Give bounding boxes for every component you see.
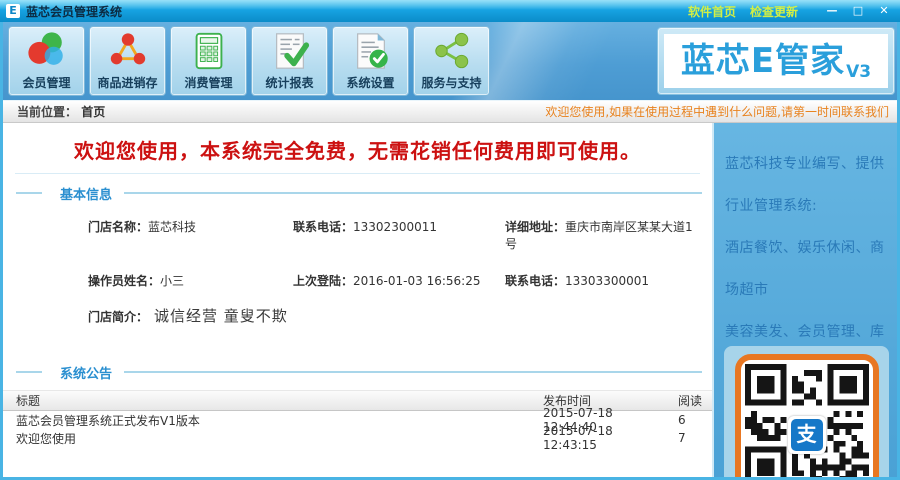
toolbar: 会员管理 商品进销存 消费管理 统计报表 系统设置 服务与支持 蓝芯E管家 V3 <box>3 22 897 101</box>
menu-check-update[interactable]: 检查更新 <box>750 3 798 20</box>
cell-reads: 6 <box>678 413 686 427</box>
info-field-last-login: 上次登陆：2016-01-03 16:56:25 <box>293 274 481 288</box>
cell-title[interactable]: 蓝芯会员管理系统正式发布V1版本 <box>3 412 543 429</box>
window-frame: 会员管理 商品进销存 消费管理 统计报表 系统设置 服务与支持 蓝芯E管家 V3… <box>0 22 900 480</box>
calculator-icon <box>195 32 222 70</box>
maximize-button[interactable]: □ <box>848 3 868 19</box>
goods-network-icon <box>110 33 145 65</box>
toolbar-button-members[interactable]: 会员管理 <box>8 26 85 96</box>
cell-title[interactable]: 欢迎您使用 <box>3 430 543 447</box>
col-title-header: 标题 <box>16 394 41 408</box>
basic-info-grid: 门店名称：蓝芯科技 联系电话：13302300011 详细地址：重庆市南岸区某某… <box>88 218 702 289</box>
brand-logo: 蓝芯E管家 V3 <box>657 27 895 95</box>
menu-software-home[interactable]: 软件首页 <box>688 3 736 20</box>
section-line <box>124 192 702 194</box>
toolbar-button-inventory[interactable]: 商品进销存 <box>89 26 166 96</box>
info-field-address: 详细地址：重庆市南岸区某某大道1号 <box>505 220 693 251</box>
brand-name: 蓝芯E管家 <box>680 41 846 81</box>
section-title: 基本信息 <box>60 187 113 203</box>
info-field-operator: 操作员姓名：小三 <box>88 274 185 288</box>
section-line <box>124 371 702 373</box>
section-dash <box>16 192 42 194</box>
qr-code: 支 <box>734 354 879 477</box>
sidebar-about-line: 酒店餐饮、娱乐休闲、商场超市 <box>725 240 885 298</box>
breadcrumb-current: 首页 <box>81 105 106 119</box>
app-logo-icon: E <box>6 4 20 18</box>
breadcrumb: 当前位置： 首页 欢迎您使用,如果在使用过程中遇到什么问题,请第一时间联系我们 <box>3 101 897 123</box>
cell-reads: 7 <box>678 431 686 445</box>
col-reads-header: 阅读 <box>678 394 703 408</box>
toolbar-button-support[interactable]: 服务与支持 <box>413 26 490 96</box>
toolbar-button-reports[interactable]: 统计报表 <box>251 26 328 96</box>
toolbar-button-label: 消费管理 <box>184 76 233 90</box>
sidebar-about-line: 蓝芯科技专业编写、提供行业管理系统: <box>725 156 885 214</box>
toolbar-button-label: 统计报表 <box>265 76 314 90</box>
toolbar-button-label: 系统设置 <box>346 76 395 90</box>
close-button[interactable]: ✕ <box>874 3 894 19</box>
info-field-store-name: 门店名称：蓝芯科技 <box>88 220 197 234</box>
breadcrumb-label: 当前位置： <box>17 105 78 119</box>
members-venn-icon <box>27 32 63 65</box>
cell-time: 2015-07-18 12:43:15 <box>543 424 613 452</box>
info-field-phone-2: 联系电话：13303300001 <box>505 274 649 288</box>
welcome-banner: 欢迎您使用，本系统完全免费，无需花销任何费用即可使用。 <box>15 135 700 174</box>
section-announcements: 系统公告 <box>3 364 712 382</box>
welcome-tip: 欢迎您使用,如果在使用过程中遇到什么问题,请第一时间联系我们 <box>545 105 889 119</box>
sidebar: 蓝芯科技专业编写、提供行业管理系统: 酒店餐饮、娱乐休闲、商场超市 美容美发、会… <box>712 123 897 477</box>
brand-version: V3 <box>846 62 872 82</box>
window-title: 蓝芯会员管理系统 <box>26 4 123 19</box>
info-field-phone-1: 联系电话：13302300011 <box>293 220 437 234</box>
store-intro: 门店简介： 诚信经营 童叟不欺 <box>88 307 288 325</box>
qr-panel: 支 <box>724 346 889 477</box>
section-dash <box>16 371 42 373</box>
settings-doc-icon <box>356 33 388 69</box>
section-basic-info: 基本信息 <box>3 185 712 203</box>
alipay-logo-icon: 支 <box>787 416 826 454</box>
announcements-table: 标题 发布时间 阅读 蓝芯会员管理系统正式发布V1版本 2015-07-18 1… <box>3 390 712 452</box>
toolbar-button-label: 会员管理 <box>22 76 71 90</box>
toolbar-button-label: 服务与支持 <box>421 76 482 90</box>
titlebar: E 蓝芯会员管理系统 软件首页 检查更新 — □ ✕ <box>0 0 900 22</box>
app-window: E 蓝芯会员管理系统 软件首页 检查更新 — □ ✕ 会员管理 商品进销存 消费… <box>0 0 900 480</box>
toolbar-button-consume[interactable]: 消费管理 <box>170 26 247 96</box>
main-content: 欢迎您使用，本系统完全免费，无需花销任何费用即可使用。 基本信息 门店名称：蓝芯… <box>3 123 712 477</box>
share-network-icon <box>434 32 468 69</box>
report-check-icon <box>275 33 309 69</box>
toolbar-button-label: 商品进销存 <box>97 76 158 90</box>
minimize-button[interactable]: — <box>822 3 842 19</box>
section-title: 系统公告 <box>60 366 113 382</box>
toolbar-button-settings[interactable]: 系统设置 <box>332 26 409 96</box>
table-row[interactable]: 欢迎您使用 2015-07-18 12:43:15 7 <box>3 424 712 452</box>
